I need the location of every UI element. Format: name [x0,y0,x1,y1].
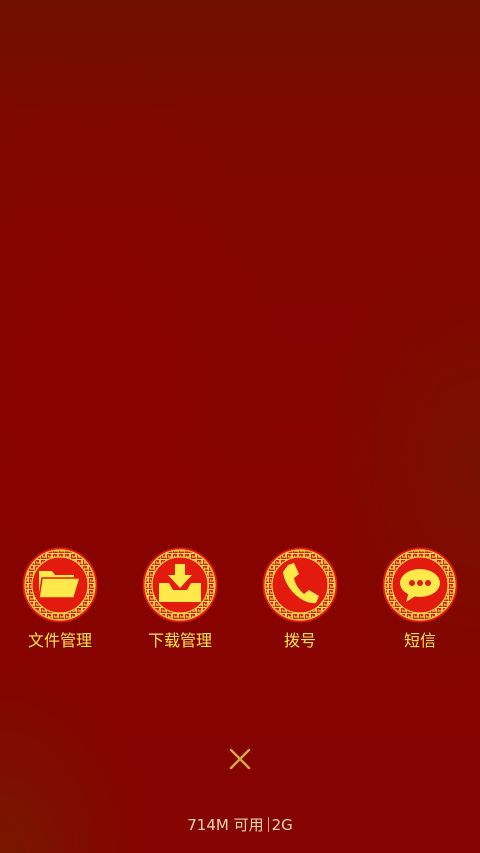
folder-icon [22,547,98,623]
memory-status: 714M 可用 2G [0,815,480,835]
memory-total: 2G [271,816,293,834]
wallpaper-shade [0,0,480,120]
app-label: 拨号 [283,631,316,650]
memory-available: 714M 可用 [187,816,264,834]
app-messages[interactable]: 短信 [360,547,480,657]
app-download-manager[interactable]: 下载管理 [120,547,240,657]
app-label: 文件管理 [27,631,92,650]
message-icon [382,547,458,623]
app-label: 短信 [403,631,436,650]
memory-separator [267,817,269,832]
phone-icon [262,547,338,623]
app-file-manager[interactable]: 文件管理 [0,547,120,657]
close-icon[interactable] [226,745,254,773]
app-label: 下载管理 [147,631,212,650]
download-icon [142,547,218,623]
recent-apps-dock: 文件管理 下载管理 拨号 短信 [0,547,480,657]
app-dialer[interactable]: 拨号 [240,547,360,657]
